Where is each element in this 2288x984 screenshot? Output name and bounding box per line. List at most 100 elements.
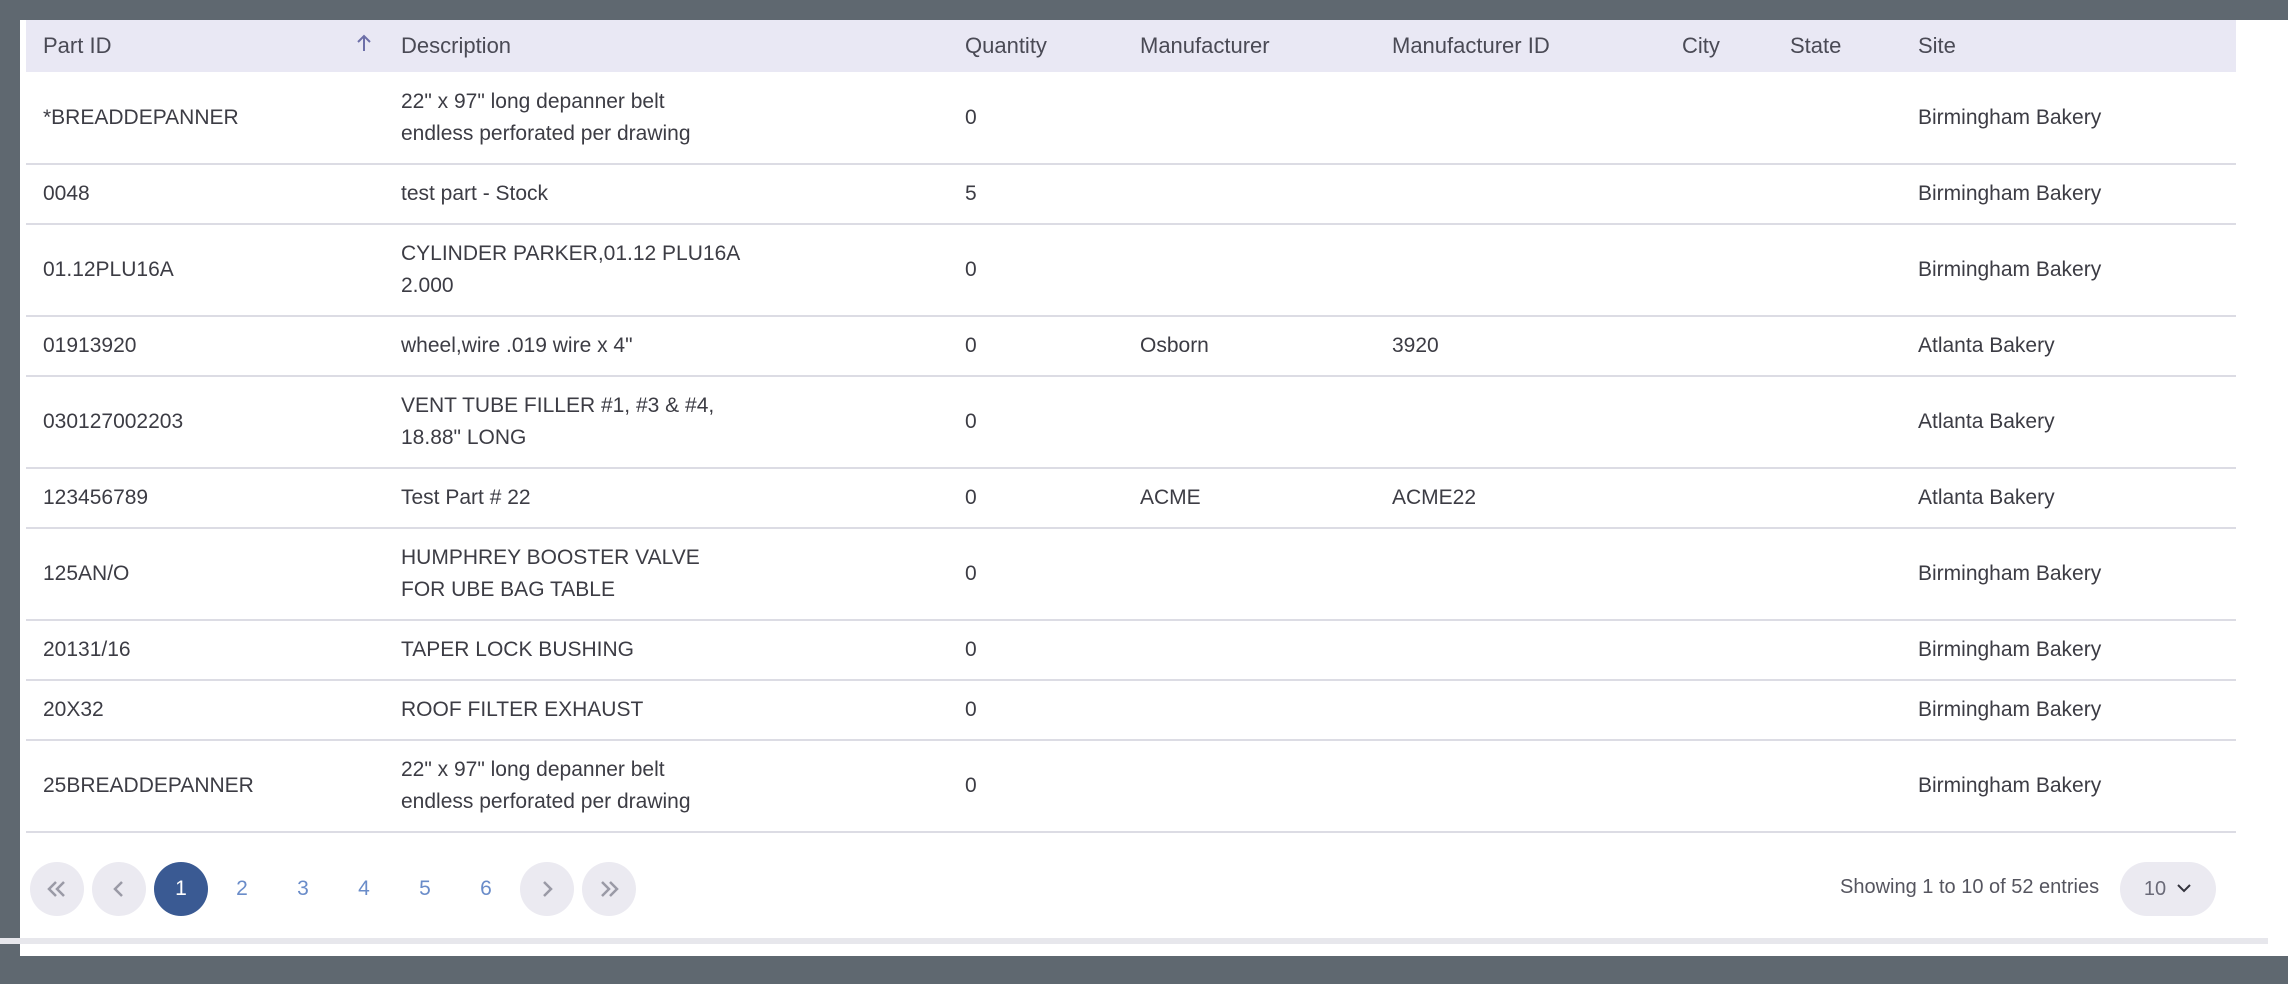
- cell-quantity: 0: [948, 316, 1123, 377]
- cell-text: Atlanta Bakery: [1918, 410, 2055, 433]
- cell-text: 0: [965, 698, 977, 721]
- table-row[interactable]: 01.12PLU16A CYLINDER PARKER,01.12 PLU16A …: [26, 224, 2236, 317]
- cell-text: Birmingham Bakery: [1918, 182, 2102, 205]
- cell-state: [1773, 620, 1901, 681]
- cell-manufacturer: [1123, 224, 1375, 317]
- column-header-quantity[interactable]: Quantity: [948, 20, 1123, 72]
- column-header-manufacturer[interactable]: Manufacturer: [1123, 20, 1375, 72]
- cell-manufacturer-id: [1375, 740, 1665, 833]
- table-row[interactable]: 0048 test part - Stock 5 Birmingham Bakery: [26, 164, 2236, 225]
- cell-part-id: 123456789: [26, 468, 384, 529]
- cell-state: [1773, 740, 1901, 833]
- cell-state: [1773, 680, 1901, 741]
- pagination: 123456: [30, 862, 644, 916]
- parts-table-wrapper: Part ID Description Quantity Manufacturer Ma…: [26, 20, 2236, 833]
- cell-text: 0: [965, 562, 977, 585]
- cell-part-id: 125AN/O: [26, 528, 384, 621]
- cell-manufacturer-id: [1375, 620, 1665, 681]
- table-row[interactable]: 030127002203 VENT TUBE FILLER #1, #3 & #4…: [26, 376, 2236, 469]
- chevron-down-icon: [2176, 880, 2192, 898]
- cell-manufacturer-id: [1375, 224, 1665, 317]
- cell-manufacturer: [1123, 72, 1375, 165]
- cell-text: 3920: [1392, 334, 1439, 357]
- cell-text: 0: [965, 334, 977, 357]
- cell-text: Atlanta Bakery: [1918, 486, 2055, 509]
- cell-part-id: 20X32: [26, 680, 384, 741]
- cell-description: test part - Stock: [384, 164, 948, 225]
- cell-text: ACME22: [1392, 486, 1477, 509]
- cell-text: 125AN/O: [43, 562, 130, 585]
- cell-description: HUMPHREY BOOSTER VALVE FOR UBE BAG TABLE: [384, 528, 948, 621]
- cell-manufacturer: [1123, 164, 1375, 225]
- double-chevron-left-icon: [46, 874, 68, 905]
- cell-text: 0: [965, 258, 977, 281]
- cell-text: 030127002203: [43, 410, 184, 433]
- table-row[interactable]: 20131/16 TAPER LOCK BUSHING 0 Birmingham Ba…: [26, 620, 2236, 681]
- table-row[interactable]: *BREADDEPANNER 22" x 97" long depanner be…: [26, 72, 2236, 165]
- cell-city: [1665, 680, 1773, 741]
- cell-quantity: 0: [948, 620, 1123, 681]
- column-header-site[interactable]: Site: [1901, 20, 2236, 72]
- chevron-right-icon: [540, 874, 554, 905]
- chevron-left-button[interactable]: [92, 862, 146, 916]
- cell-quantity: 0: [948, 376, 1123, 469]
- chevron-right-button[interactable]: [520, 862, 574, 916]
- cell-manufacturer-id: ACME22: [1375, 468, 1665, 529]
- cell-city: [1665, 468, 1773, 529]
- cell-part-id: 030127002203: [26, 376, 384, 469]
- cell-manufacturer: [1123, 528, 1375, 621]
- cell-text: 22" x 97" long depanner belt endless per…: [401, 89, 691, 145]
- table-row[interactable]: 123456789 Test Part # 22 0 ACME ACME22 Atlant…: [26, 468, 2236, 529]
- cell-text: 0: [965, 774, 977, 797]
- page-5-button[interactable]: 5: [398, 862, 452, 916]
- cell-text: Osborn: [1140, 334, 1209, 357]
- cell-description: TAPER LOCK BUSHING: [384, 620, 948, 681]
- cell-text: Birmingham Bakery: [1918, 562, 2102, 585]
- cell-site: Birmingham Bakery: [1901, 620, 2236, 681]
- cell-site: Birmingham Bakery: [1901, 224, 2236, 317]
- column-header-state[interactable]: State: [1773, 20, 1901, 72]
- table-row[interactable]: 01913920 wheel,wire .019 wire x 4" 0 Osborn…: [26, 316, 2236, 377]
- cell-description: VENT TUBE FILLER #1, #3 & #4, 18.88" LON…: [384, 376, 948, 469]
- double-chevron-left-button[interactable]: [30, 862, 84, 916]
- table-row[interactable]: 20X32 ROOF FILTER EXHAUST 0 Birmingham Bake…: [26, 680, 2236, 741]
- page-2-button[interactable]: 2: [215, 862, 269, 916]
- cell-site: Birmingham Bakery: [1901, 164, 2236, 225]
- cell-manufacturer-id: [1375, 164, 1665, 225]
- cell-text: HUMPHREY BOOSTER VALVE FOR UBE BAG TABLE: [401, 546, 700, 601]
- column-header-label: Manufacturer: [1140, 33, 1270, 58]
- cell-state: [1773, 316, 1901, 377]
- cell-text: 0: [965, 105, 977, 129]
- page-1-button[interactable]: 1: [154, 862, 208, 916]
- parts-panel: Part ID Description Quantity Manufacturer Ma…: [20, 20, 2288, 956]
- panel-edge: [2268, 20, 2288, 956]
- parts-table: Part ID Description Quantity Manufacturer Ma…: [26, 20, 2236, 833]
- page-4-button[interactable]: 4: [337, 862, 391, 916]
- column-header-description[interactable]: Description: [384, 20, 948, 72]
- cell-quantity: 0: [948, 740, 1123, 833]
- sort-ascending-icon[interactable]: [356, 33, 372, 59]
- cell-part-id: 20131/16: [26, 620, 384, 681]
- cell-text: TAPER LOCK BUSHING: [401, 638, 634, 661]
- cell-description: CYLINDER PARKER,01.12 PLU16A 2.000: [384, 224, 948, 317]
- column-header-city[interactable]: City: [1665, 20, 1773, 72]
- cell-manufacturer-id: 3920: [1375, 316, 1665, 377]
- cell-manufacturer-id: [1375, 528, 1665, 621]
- cell-text: *BREADDEPANNER: [43, 105, 239, 129]
- table-row[interactable]: 125AN/O HUMPHREY BOOSTER VALVE FOR UBE BA…: [26, 528, 2236, 621]
- column-header-manufacturer-id[interactable]: Manufacturer ID: [1375, 20, 1665, 72]
- table-row[interactable]: 25BREADDEPANNER 22" x 97" long depanner b…: [26, 740, 2236, 833]
- cell-text: Test Part # 22: [401, 486, 531, 509]
- page-6-button[interactable]: 6: [459, 862, 513, 916]
- cell-quantity: 0: [948, 224, 1123, 317]
- cell-text: Birmingham Bakery: [1918, 258, 2102, 281]
- table-header-row: Part ID Description Quantity Manufacturer Ma…: [26, 20, 2236, 72]
- cell-city: [1665, 224, 1773, 317]
- double-chevron-right-button[interactable]: [582, 862, 636, 916]
- column-header-label: Manufacturer ID: [1392, 33, 1550, 58]
- page-size-select[interactable]: 10: [2120, 862, 2216, 916]
- double-chevron-right-icon: [598, 874, 620, 905]
- cell-state: [1773, 164, 1901, 225]
- column-header-part-id[interactable]: Part ID: [26, 20, 384, 72]
- page-3-button[interactable]: 3: [276, 862, 330, 916]
